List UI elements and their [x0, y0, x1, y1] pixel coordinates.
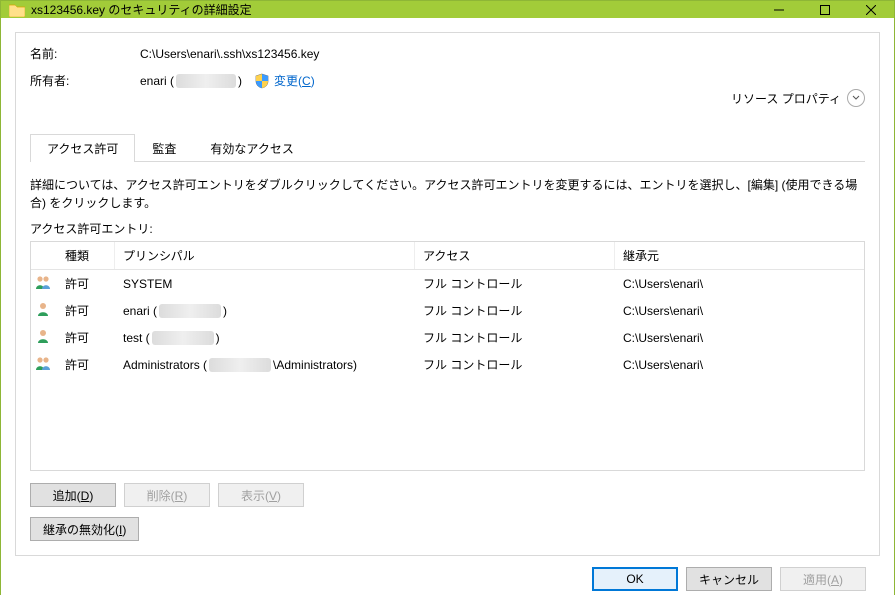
- resource-properties-expander[interactable]: リソース プロパティ: [731, 89, 865, 107]
- content-panel: 名前: C:\Users\enari\.ssh\xs123456.key 所有者…: [15, 32, 880, 556]
- owner-row: 所有者: enari ( ): [30, 72, 865, 89]
- close-button[interactable]: [848, 1, 894, 18]
- col-inherited[interactable]: 継承元: [615, 242, 864, 269]
- group-icon: [31, 353, 57, 376]
- table-row[interactable]: 許可Administrators (\Administrators)フル コント…: [31, 351, 864, 378]
- col-principal[interactable]: プリンシパル: [115, 242, 415, 269]
- group-icon: [31, 272, 57, 295]
- cell-inherited: C:\Users\enari\: [615, 329, 864, 347]
- user-icon: [31, 326, 57, 349]
- chevron-down-icon: [847, 89, 865, 107]
- cell-type: 許可: [57, 300, 115, 321]
- window-body: 名前: C:\Users\enari\.ssh\xs123456.key 所有者…: [1, 18, 894, 602]
- entries-label: アクセス許可エントリ:: [30, 220, 865, 237]
- cell-inherited: C:\Users\enari\: [615, 275, 864, 293]
- owner-label: 所有者:: [30, 72, 140, 89]
- inherit-button-row: 継承の無効化(I): [30, 517, 865, 541]
- tab-effective-access[interactable]: 有効なアクセス: [193, 134, 310, 162]
- tab-bar: アクセス許可 監査 有効なアクセス: [30, 133, 865, 162]
- shield-icon: [254, 73, 270, 89]
- table-row[interactable]: 許可SYSTEMフル コントロールC:\Users\enari\: [31, 270, 864, 297]
- cell-access: フル コントロール: [415, 300, 615, 321]
- cancel-button[interactable]: キャンセル: [686, 567, 772, 591]
- change-owner-mnemonic: C: [302, 74, 311, 88]
- col-icon[interactable]: [31, 242, 57, 269]
- list-body: 許可SYSTEMフル コントロールC:\Users\enari\許可enari …: [31, 270, 864, 378]
- name-row: 名前: C:\Users\enari\.ssh\xs123456.key: [30, 45, 865, 62]
- table-row[interactable]: 許可enari ()フル コントロールC:\Users\enari\: [31, 297, 864, 324]
- name-value: C:\Users\enari\.ssh\xs123456.key: [140, 47, 319, 61]
- change-owner-link[interactable]: 変更(C): [274, 72, 315, 89]
- tab-permissions[interactable]: アクセス許可: [30, 134, 135, 162]
- window-title: xs123456.key のセキュリティの詳細設定: [31, 1, 756, 18]
- resource-properties-label: リソース プロパティ: [731, 90, 841, 107]
- title-bar: xs123456.key のセキュリティの詳細設定: [1, 1, 894, 18]
- tab-auditing[interactable]: 監査: [135, 134, 193, 162]
- minimize-button[interactable]: [756, 1, 802, 18]
- remove-button: 削除(R): [124, 483, 210, 507]
- cell-inherited: C:\Users\enari\: [615, 356, 864, 374]
- cell-access: フル コントロール: [415, 273, 615, 294]
- change-owner-label: 変更: [274, 74, 298, 88]
- dialog-footer: OK キャンセル 適用(A): [15, 556, 880, 602]
- permission-entries-list[interactable]: 種類 プリンシパル アクセス 継承元 許可SYSTEMフル コントロールC:\U…: [30, 241, 865, 471]
- cell-type: 許可: [57, 354, 115, 375]
- ok-button[interactable]: OK: [592, 567, 678, 591]
- cell-principal: Administrators (\Administrators): [115, 356, 415, 374]
- col-type[interactable]: 種類: [57, 242, 115, 269]
- redacted: [152, 331, 214, 345]
- user-icon: [31, 299, 57, 322]
- redacted: [209, 358, 271, 372]
- cell-type: 許可: [57, 273, 115, 294]
- owner-name-suffix: ): [238, 74, 242, 88]
- cell-access: フル コントロール: [415, 327, 615, 348]
- cell-principal: enari (): [115, 302, 415, 320]
- table-row[interactable]: 許可test ()フル コントロールC:\Users\enari\: [31, 324, 864, 351]
- redacted: [159, 304, 221, 318]
- cell-type: 許可: [57, 327, 115, 348]
- cell-access: フル コントロール: [415, 354, 615, 375]
- cell-principal: test (): [115, 329, 415, 347]
- col-access[interactable]: アクセス: [415, 242, 615, 269]
- view-button: 表示(V): [218, 483, 304, 507]
- disable-inheritance-button[interactable]: 継承の無効化(I): [30, 517, 139, 541]
- window-controls: [756, 1, 894, 18]
- instructions-text: 詳細については、アクセス許可エントリをダブルクリックしてください。アクセス許可エ…: [30, 176, 865, 212]
- entry-button-row: 追加(D) 削除(R) 表示(V): [30, 483, 865, 507]
- maximize-button[interactable]: [802, 1, 848, 18]
- cell-inherited: C:\Users\enari\: [615, 302, 864, 320]
- owner-name-prefix: enari (: [140, 74, 174, 88]
- folder-icon: [9, 3, 25, 17]
- add-button[interactable]: 追加(D): [30, 483, 116, 507]
- apply-button: 適用(A): [780, 567, 866, 591]
- advanced-security-window: xs123456.key のセキュリティの詳細設定 名前: C:\Users\e…: [0, 0, 895, 595]
- owner-value: enari ( ) 変更(C): [140, 72, 315, 89]
- list-header: 種類 プリンシパル アクセス 継承元: [31, 242, 864, 270]
- name-label: 名前:: [30, 45, 140, 62]
- owner-redacted: [176, 74, 236, 88]
- cell-principal: SYSTEM: [115, 275, 415, 293]
